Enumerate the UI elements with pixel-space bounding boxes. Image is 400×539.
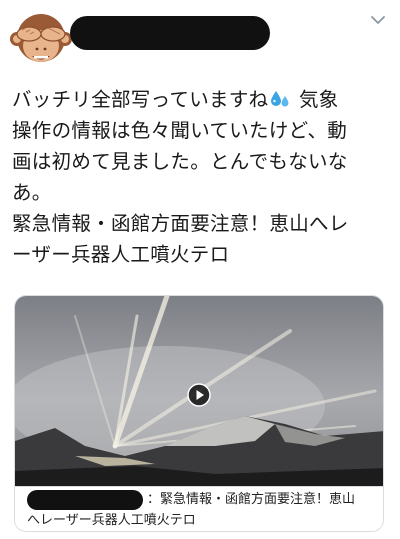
tweet-text-segment: 気象: [298, 88, 339, 111]
see-no-evil-monkey-icon[interactable]: [8, 8, 74, 74]
username-redaction: [70, 16, 270, 50]
card-title-line1: ：緊急情報・函館方面要注意！恵山: [147, 492, 356, 507]
caption-redaction: [27, 490, 143, 510]
tweet-text: バッチリ全部写っていますね 気象 操作の情報は色々聞いていたけど、動 画は初めて…: [12, 84, 392, 270]
tweet-text-line: 画は初めて見ました。とんでもないな: [12, 150, 348, 173]
card-caption[interactable]: ：緊急情報・函館方面要注意！恵山 へレーザー兵器人工噴火テロ: [15, 486, 383, 531]
tweet-header: [0, 0, 400, 80]
sweat-droplets-icon: [271, 91, 289, 107]
tweet-text-line: 緊急情報・函館方面要注意！恵山へレ: [12, 212, 349, 235]
tweet-text-segment: バッチリ全部写っていますね: [12, 88, 269, 111]
chevron-down-icon[interactable]: [368, 12, 388, 28]
card-title-line2: へレーザー兵器人工噴火テロ: [27, 513, 196, 528]
tweet-text-line: ーザー兵器人工噴火テロ: [12, 243, 230, 266]
play-icon[interactable]: [187, 383, 211, 407]
tweet-text-line: あ。: [12, 181, 52, 204]
link-preview-card[interactable]: ：緊急情報・函館方面要注意！恵山 へレーザー兵器人工噴火テロ: [14, 295, 384, 532]
tweet-text-line: 操作の情報は色々聞いていたけど、動: [12, 119, 348, 142]
tweet-text-line: バッチリ全部写っていますね 気象: [12, 84, 392, 115]
